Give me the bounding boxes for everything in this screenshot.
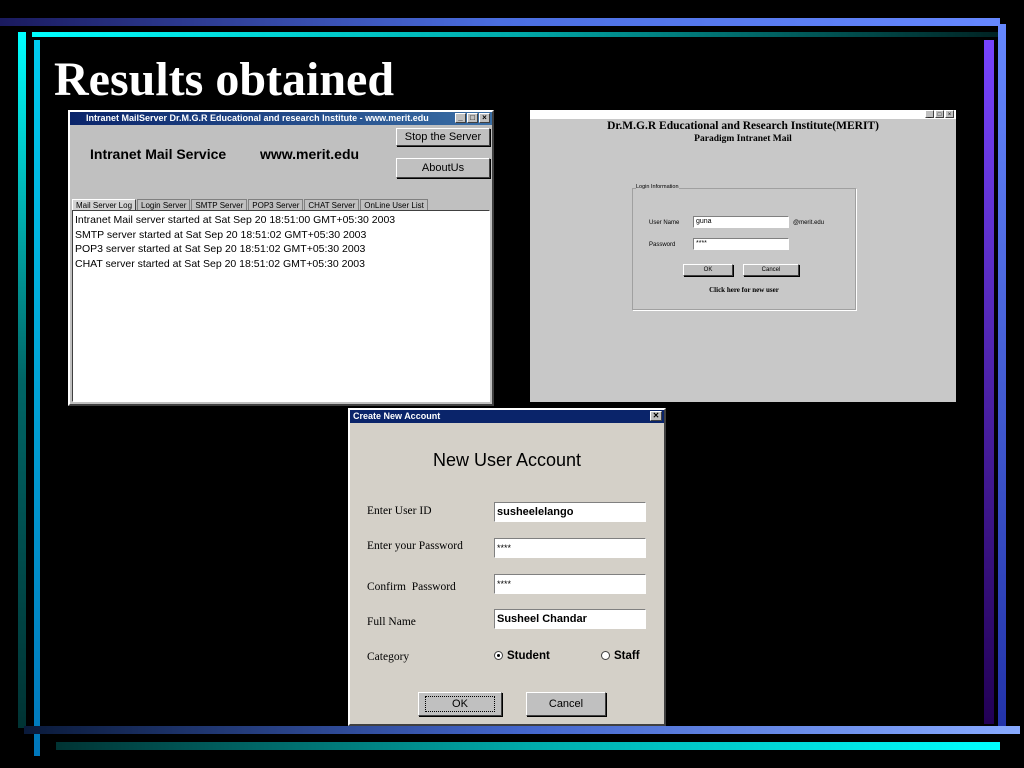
password-field[interactable]: **** <box>693 238 789 250</box>
full-name-label: Full Name <box>367 616 416 628</box>
minimize-icon[interactable]: _ <box>925 110 934 118</box>
username-field[interactable]: guna <box>693 216 789 228</box>
new-user-link[interactable]: Click here for new user <box>633 286 855 294</box>
radio-unselected-icon[interactable] <box>601 651 610 661</box>
full-name-field[interactable]: Susheel Chandar <box>494 609 646 629</box>
category-student-option[interactable]: Student <box>494 650 550 662</box>
frame-bar-right <box>984 40 994 724</box>
login-group-label: Login Information <box>636 184 679 190</box>
login-window-titlebar: _ □ × <box>530 110 956 119</box>
domain-suffix: @merit.edu <box>793 220 825 226</box>
stop-server-button[interactable]: Stop the Server <box>396 128 490 146</box>
frame-bar-bottom <box>24 726 1020 734</box>
frame-bar-right-outer <box>998 24 1006 726</box>
slide-title: Results obtained <box>54 53 395 106</box>
category-staff-option[interactable]: Staff <box>601 650 640 662</box>
log-line: POP3 server started at Sat Sep 20 18:51:… <box>75 243 366 255</box>
student-label: Student <box>507 650 550 662</box>
log-line: Intranet Mail server started at Sat Sep … <box>75 214 396 226</box>
domain-label: www.merit.edu <box>260 146 360 162</box>
confirm-password-field[interactable]: **** <box>494 574 646 594</box>
confirm-password-label: Confirm Password <box>367 581 456 593</box>
frame-bar-bottom-cyan <box>56 742 1000 750</box>
maximize-icon[interactable]: □ <box>467 113 478 123</box>
account-ok-button[interactable]: OK <box>418 692 502 716</box>
frame-bar-top <box>0 18 1000 26</box>
new-user-heading: New User Account <box>432 450 582 470</box>
password-field[interactable]: **** <box>494 538 646 558</box>
maximize-icon[interactable]: □ <box>935 110 944 118</box>
server-window-titlebar: Intranet MailServer Dr.M.G.R Educational… <box>70 112 492 125</box>
login-subheading: Paradigm Intranet Mail <box>694 134 792 144</box>
minimize-icon[interactable]: _ <box>455 113 466 123</box>
close-icon[interactable]: ✕ <box>650 411 662 421</box>
radio-selected-icon[interactable] <box>494 651 503 661</box>
login-group: Login Information User Name guna @merit.… <box>632 184 856 310</box>
user-id-label: Enter User ID <box>367 505 432 517</box>
server-log-area[interactable]: Intranet Mail server started at Sat Sep … <box>72 210 490 402</box>
server-window: Intranet MailServer Dr.M.G.R Educational… <box>68 110 494 406</box>
ok-label: OK <box>425 696 495 712</box>
login-heading: Dr.M.G.R Educational and Research Instit… <box>607 120 879 132</box>
create-account-title: Create New Account <box>353 411 441 421</box>
category-label: Category <box>367 651 410 663</box>
service-label: Intranet Mail Service <box>90 146 227 162</box>
user-id-field[interactable]: susheelelango <box>494 502 646 522</box>
create-account-window: Create New Account ✕ New User Account En… <box>348 408 666 726</box>
username-label: User Name <box>649 220 680 226</box>
create-account-titlebar: Create New Account ✕ <box>350 410 664 423</box>
about-button[interactable]: AboutUs <box>396 158 490 178</box>
account-cancel-button[interactable]: Cancel <box>526 692 606 716</box>
password-label: Enter your Password <box>367 540 463 552</box>
frame-bar-left-inner <box>34 40 40 756</box>
frame-bar-left <box>18 32 26 728</box>
close-icon[interactable]: × <box>479 113 490 123</box>
close-icon[interactable]: × <box>945 110 954 118</box>
frame-bar-top-cyan <box>32 32 1000 37</box>
login-ok-button[interactable]: OK <box>683 264 733 276</box>
log-line: SMTP server started at Sat Sep 20 18:51:… <box>75 228 367 241</box>
login-cancel-button[interactable]: Cancel <box>743 264 799 276</box>
staff-label: Staff <box>614 650 640 662</box>
login-window: _ □ × Dr.M.G.R Educational and Research … <box>530 110 956 402</box>
log-line: CHAT server started at Sat Sep 20 18:51:… <box>75 257 365 270</box>
server-window-title: Intranet MailServer Dr.M.G.R Educational… <box>86 113 429 123</box>
password-label: Password <box>649 242 676 248</box>
